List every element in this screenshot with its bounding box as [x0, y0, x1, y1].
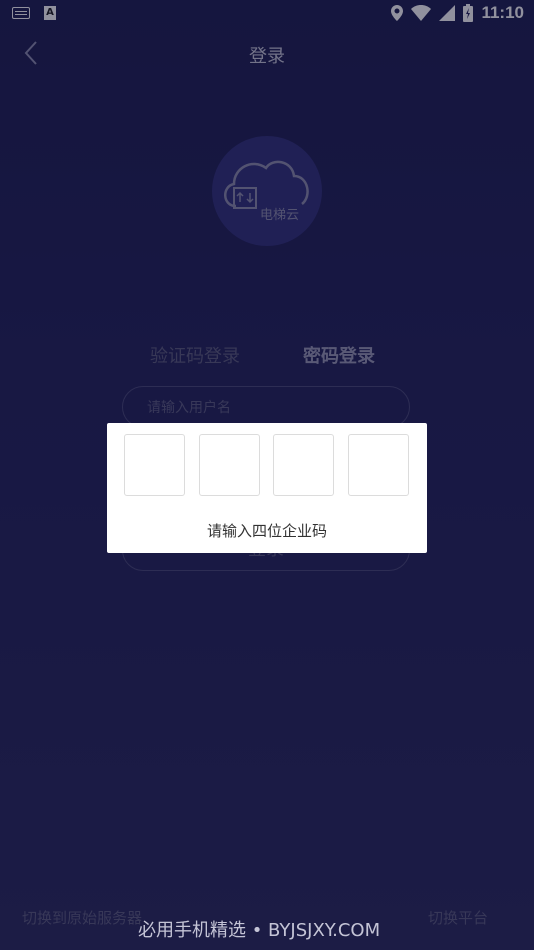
code-box-3[interactable] — [273, 434, 334, 496]
watermark: 必用手机精选 • BYJSJXY.COM — [138, 920, 381, 941]
code-box-4[interactable] — [348, 434, 409, 496]
dialog-hint: 请输入四位企业码 — [206, 522, 327, 540]
code-box-2[interactable] — [199, 434, 260, 496]
code-box-1[interactable] — [124, 434, 185, 496]
enterprise-code-dialog: 请输入四位企业码 — [107, 423, 427, 553]
